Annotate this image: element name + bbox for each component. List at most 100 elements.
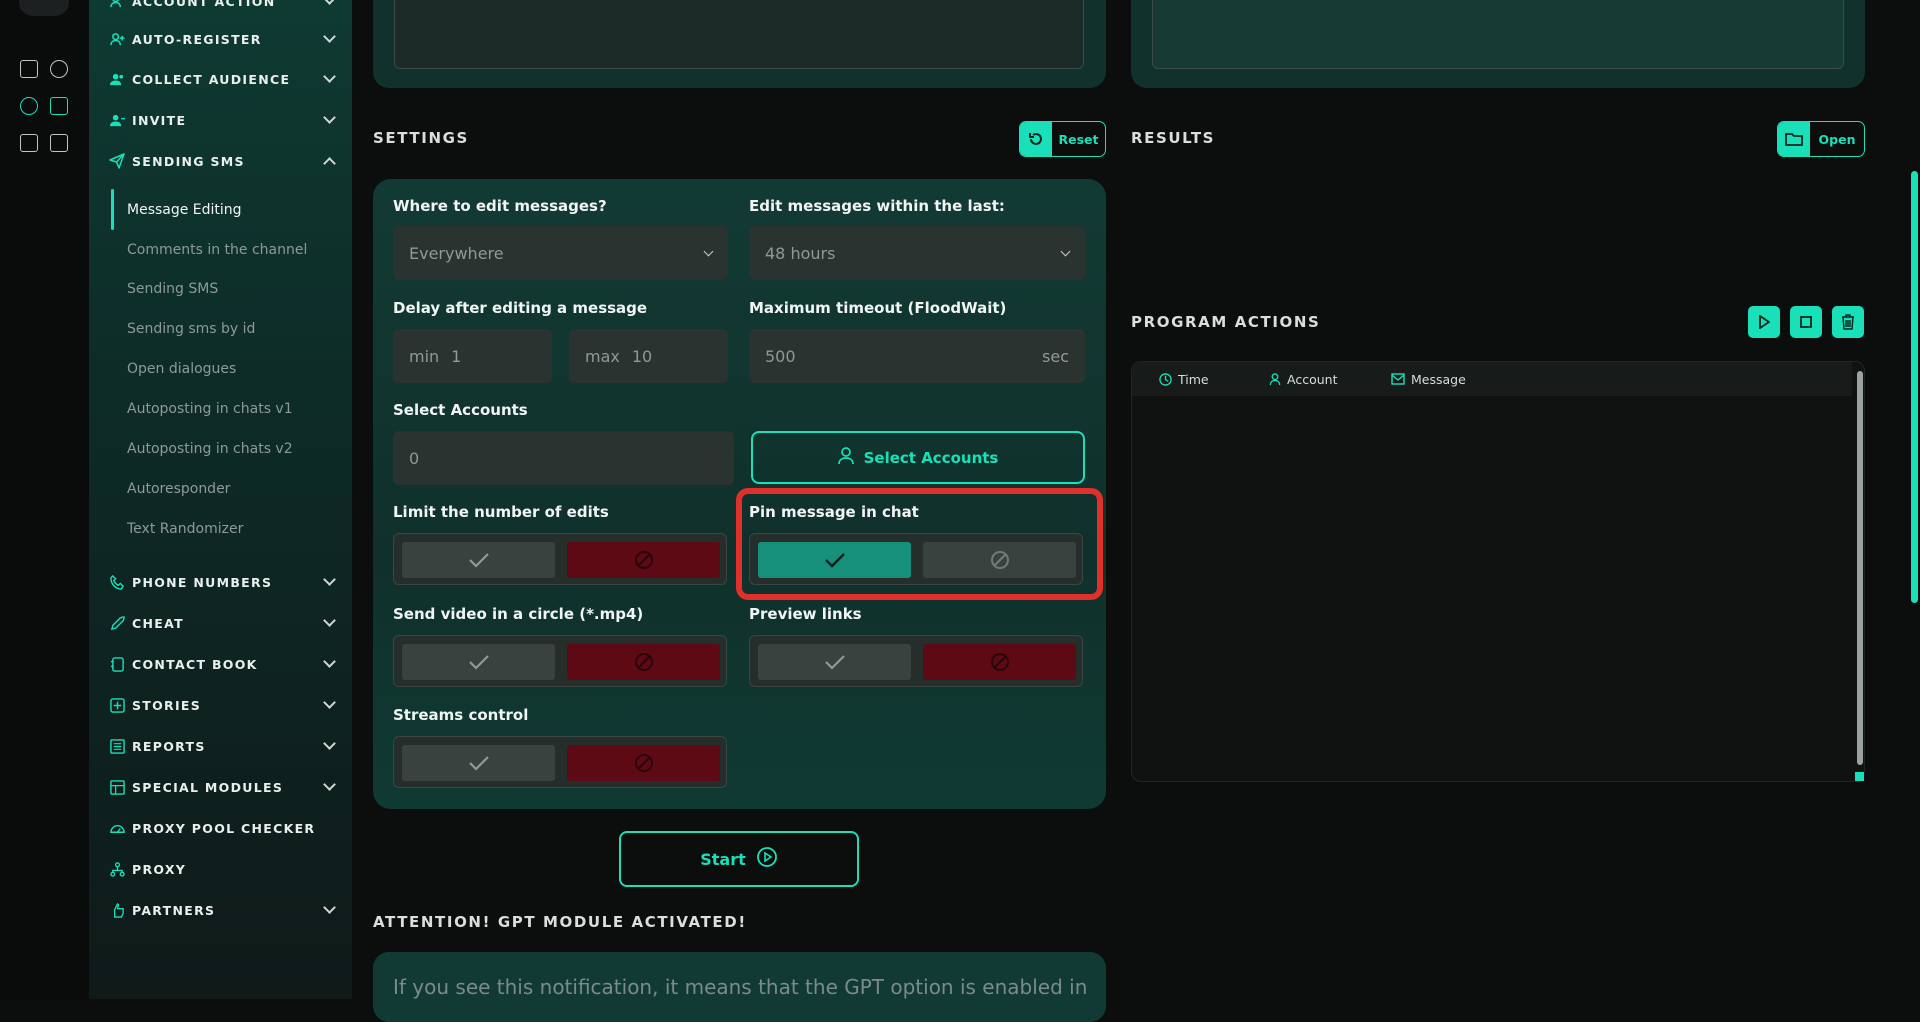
chevron-down-icon — [323, 30, 336, 43]
play-circle-icon — [756, 846, 778, 872]
where-select[interactable]: Everywhere — [393, 226, 728, 280]
sidebar-section-proxy-pool-checker[interactable]: PROXY POOL CHECKER — [109, 817, 334, 839]
checklist-icon[interactable] — [20, 134, 38, 152]
sidebar-section-contact-book[interactable]: CONTACT BOOK — [109, 653, 336, 675]
start-button[interactable]: Start — [619, 831, 859, 887]
modules-icon — [109, 779, 125, 795]
column-message[interactable]: Message — [1391, 369, 1466, 389]
delay-label: Delay after editing a message — [393, 299, 648, 317]
sidebar-section-sending-sms[interactable]: SENDING SMS — [109, 150, 336, 172]
check-icon — [824, 655, 845, 670]
sidebar-section-stories[interactable]: STORIES — [109, 694, 336, 716]
chevron-down-icon — [323, 737, 336, 750]
database-icon[interactable] — [20, 60, 38, 78]
user-icon[interactable] — [50, 60, 68, 78]
preview-label: Preview links — [749, 605, 862, 623]
rocket-icon — [109, 615, 125, 631]
open-button[interactable]: Open — [1777, 121, 1865, 157]
where-label: Where to edit messages? — [393, 197, 607, 215]
sidebar-section-cheat[interactable]: CHEAT — [109, 612, 336, 634]
network-icon — [109, 861, 125, 877]
user-icon — [837, 446, 854, 469]
video-yes[interactable] — [402, 644, 555, 680]
within-select[interactable]: 48 hours — [749, 226, 1085, 280]
video-toggle — [393, 635, 727, 687]
user-plus-icon — [109, 31, 125, 47]
code-window-icon[interactable] — [50, 97, 68, 115]
sidebar-item-open-dialogues[interactable]: Open dialogues — [127, 357, 317, 381]
clock-icon — [1159, 372, 1172, 386]
chevron-down-icon — [1060, 246, 1071, 256]
message-textarea[interactable] — [394, 0, 1084, 69]
limit-edits-yes[interactable] — [402, 542, 555, 578]
sidebar-section-special-modules[interactable]: SPECIAL MODULES — [109, 776, 336, 798]
streams-toggle — [393, 736, 727, 788]
limit-edits-label: Limit the number of edits — [393, 503, 609, 521]
chevron-up-icon — [323, 157, 336, 170]
ban-icon — [990, 653, 1009, 671]
select-accounts-label: Select Accounts — [393, 401, 528, 419]
program-actions-title: PROGRAM ACTIONS — [1131, 313, 1321, 331]
sidebar-section-account-action[interactable]: ACCOUNT ACTION — [109, 0, 336, 12]
clear-button[interactable] — [1832, 306, 1864, 338]
accounts-count-input[interactable]: 0 — [393, 431, 734, 485]
streams-no[interactable] — [567, 745, 720, 781]
timeout-label: Maximum timeout (FloodWait) — [749, 299, 1007, 317]
delay-min-input[interactable]: min 1 — [393, 329, 552, 383]
ban-icon — [634, 653, 653, 671]
handshake-icon — [109, 902, 125, 918]
users-icon — [109, 71, 125, 87]
column-account[interactable]: Account — [1269, 369, 1337, 389]
check-icon — [468, 756, 489, 771]
limit-edits-toggle — [393, 533, 727, 585]
chevron-down-icon — [323, 0, 336, 5]
resize-handle[interactable] — [1855, 772, 1864, 781]
streams-yes[interactable] — [402, 745, 555, 781]
limit-edits-no[interactable] — [567, 542, 720, 578]
sidebar-section-partners[interactable]: PARTNERS — [109, 899, 336, 921]
report-icon — [109, 738, 125, 754]
sidebar-section-collect-audience[interactable]: COLLECT AUDIENCE — [109, 68, 336, 90]
sidebar-item-autoposting-v2[interactable]: Autoposting in chats v2 — [127, 437, 317, 461]
settings-title: SETTINGS — [373, 129, 469, 147]
column-time[interactable]: Time — [1159, 369, 1209, 389]
mail-icon — [1391, 373, 1405, 385]
grid-icon[interactable] — [50, 134, 68, 152]
preview-no[interactable] — [923, 644, 1076, 680]
actions-log[interactable] — [1131, 361, 1865, 782]
video-label: Send video in a circle (*.mp4) — [393, 605, 644, 623]
log-header — [1132, 362, 1852, 396]
page-scrollbar[interactable] — [1911, 171, 1918, 603]
icon-rail — [0, 0, 89, 999]
sidebar-section-invite[interactable]: INVITE — [109, 109, 336, 131]
book-icon — [109, 656, 125, 672]
reset-button[interactable]: Reset — [1019, 121, 1106, 157]
settings-gear-icon[interactable] — [20, 97, 38, 115]
ban-icon — [634, 754, 653, 772]
gpt-title: ATTENTION! GPT MODULE ACTIVATED! — [373, 913, 747, 931]
sidebar-section-proxy[interactable]: PROXY — [109, 858, 334, 880]
sidebar-section-phone-numbers[interactable]: PHONE NUMBERS — [109, 571, 336, 593]
sidebar-item-message-editing[interactable]: Message Editing — [127, 198, 317, 222]
sidebar-item-autoposting-v1[interactable]: Autoposting in chats v1 — [127, 397, 317, 421]
sidebar-item-autoresponder[interactable]: Autoresponder — [127, 477, 317, 501]
chevron-down-icon — [703, 246, 714, 256]
stop-button[interactable] — [1790, 306, 1822, 338]
video-no[interactable] — [567, 644, 720, 680]
sidebar-section-reports[interactable]: REPORTS — [109, 735, 336, 757]
preview-yes[interactable] — [758, 644, 911, 680]
play-icon — [1759, 315, 1770, 329]
output-textarea[interactable] — [1152, 0, 1844, 69]
sidebar-item-sending-sms[interactable]: Sending SMS — [127, 277, 317, 301]
timeout-input[interactable]: 500 sec — [749, 329, 1085, 383]
sidebar-item-sending-sms-by-id[interactable]: Sending sms by id — [127, 317, 317, 341]
sidebar-item-comments[interactable]: Comments in the channel — [127, 238, 317, 262]
logo-avatar[interactable] — [19, 0, 69, 16]
log-scrollbar[interactable] — [1857, 371, 1863, 765]
select-accounts-button[interactable]: Select Accounts — [751, 431, 1085, 484]
play-button[interactable] — [1748, 306, 1780, 338]
sidebar-section-auto-register[interactable]: AUTO-REGISTER — [109, 28, 336, 50]
delay-max-input[interactable]: max 10 — [569, 329, 728, 383]
sidebar-item-text-randomizer[interactable]: Text Randomizer — [127, 517, 317, 541]
user-gear-icon — [109, 0, 125, 9]
